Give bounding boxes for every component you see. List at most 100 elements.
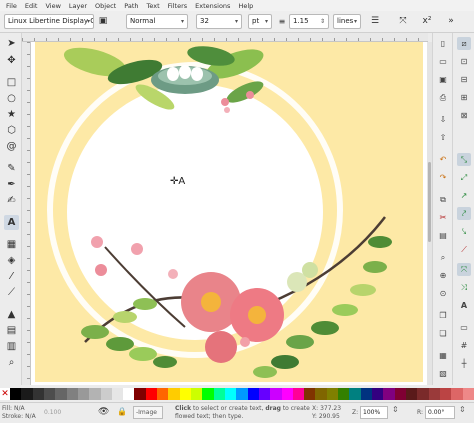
rotation-stepper-icon[interactable]: ⇕ [459, 405, 466, 414]
menu-edit[interactable]: Edit [25, 2, 38, 10]
snap-grid-icon[interactable]: # [457, 339, 471, 352]
menu-help[interactable]: Help [238, 2, 253, 10]
export-icon[interactable]: ⇧ [436, 131, 450, 144]
snap-bbox-icon[interactable]: ⊡ [457, 55, 471, 68]
palette-swatch[interactable] [394, 388, 406, 400]
duplicate-icon[interactable]: ❐ [436, 309, 450, 322]
layer-selector[interactable]: -Image [133, 406, 163, 419]
snap-text-baseline-icon[interactable]: A [457, 299, 471, 312]
dropper-tool-icon[interactable]: ⁄ [4, 269, 19, 284]
3d-box-tool-icon[interactable]: ⬡ [4, 123, 19, 138]
palette-swatch[interactable] [224, 388, 237, 400]
palette-swatch[interactable] [100, 388, 112, 400]
palette-swatch[interactable] [213, 388, 225, 400]
snap-guide-icon[interactable]: ┼ [457, 357, 471, 370]
palette-swatch[interactable] [77, 388, 90, 400]
palette-swatch[interactable] [55, 388, 67, 400]
canvas[interactable]: ✛A [31, 42, 427, 385]
palette-swatch[interactable] [315, 388, 327, 400]
palette-swatch[interactable] [236, 388, 248, 400]
opacity-value[interactable]: 0.100 [44, 409, 61, 416]
palette-swatch[interactable] [428, 388, 440, 400]
paste-icon[interactable]: ▤ [436, 229, 450, 242]
snap-midpoint-icon[interactable]: ⟋ [457, 243, 471, 256]
palette-swatch[interactable] [89, 388, 101, 400]
font-size-combo[interactable]: 32 ▾ [196, 14, 242, 29]
spacing-unit-combo[interactable]: lines ▾ [333, 14, 361, 29]
palette-swatch[interactable] [292, 388, 305, 400]
bucket-tool-icon[interactable]: ▲ [4, 307, 19, 322]
lock-icon[interactable]: 🔒 [117, 407, 127, 416]
gradient-tool-icon[interactable]: ▤ [4, 323, 19, 338]
new-document-icon[interactable]: ▯ [436, 37, 450, 50]
font-unit-combo[interactable]: pt ▾ [248, 14, 272, 29]
snap-cusp-icon[interactable]: ⤤ [457, 207, 471, 220]
more-controls-icon[interactable]: » [444, 15, 458, 28]
snap-nodes-icon[interactable]: ⤡ [457, 153, 471, 166]
save-icon[interactable]: ▣ [436, 73, 450, 86]
palette-swatch[interactable] [111, 388, 124, 400]
snap-bbox-edge-icon[interactable]: ⊟ [457, 73, 471, 86]
menu-filters[interactable]: Filters [168, 2, 187, 10]
palette-swatch[interactable] [21, 388, 33, 400]
snap-page-icon[interactable]: ▭ [457, 321, 471, 334]
palette-swatch[interactable] [349, 388, 361, 400]
rotation-field[interactable]: 0.00° [425, 406, 455, 419]
palette-swatch[interactable] [326, 388, 339, 400]
palette-swatch[interactable] [417, 388, 429, 400]
palette-swatch[interactable] [439, 388, 452, 400]
scrollbar-thumb[interactable] [428, 162, 431, 242]
palette-swatch[interactable] [281, 388, 293, 400]
text-wrap-icon[interactable]: ⤧ [396, 15, 410, 28]
snap-rotation-icon[interactable]: ⤨ [457, 281, 471, 294]
snap-intersection-icon[interactable]: ↗ [457, 189, 471, 202]
menu-extensions[interactable]: Extensions [195, 2, 230, 10]
palette-swatch[interactable] [304, 388, 316, 400]
palette-swatch[interactable] [43, 388, 56, 400]
snap-smooth-icon[interactable]: ⤥ [457, 225, 471, 238]
palette-swatch[interactable] [360, 388, 372, 400]
palette-swatch[interactable] [202, 388, 214, 400]
horizontal-ruler[interactable] [22, 33, 428, 42]
font-list-icon[interactable]: ▣ [96, 15, 110, 28]
palette-swatch[interactable] [462, 388, 474, 400]
font-style-combo[interactable]: Normal ▾ [126, 14, 188, 29]
calligraphy-tool-icon[interactable]: ✍ [4, 193, 19, 208]
zoom-drawing-icon[interactable]: ⊕ [436, 269, 450, 282]
pencil-tool-icon[interactable]: ✎ [4, 161, 19, 176]
snap-enable-icon[interactable]: ⧄ [457, 37, 471, 50]
zoom-page-icon[interactable]: ⊙ [436, 287, 450, 300]
palette-swatch[interactable] [32, 388, 44, 400]
rectangle-tool-icon[interactable]: □ [4, 75, 19, 90]
redo-icon[interactable]: ↷ [436, 171, 450, 184]
palette-swatch[interactable] [270, 388, 282, 400]
zoom-field[interactable]: 100% [360, 406, 388, 419]
snap-bbox-corner-icon[interactable]: ⊞ [457, 91, 471, 104]
menu-file[interactable]: File [6, 2, 17, 10]
mesh-tool-icon[interactable]: ▥ [4, 339, 19, 354]
import-icon[interactable]: ⇩ [436, 113, 450, 126]
text-tool-icon[interactable]: A [4, 215, 19, 230]
group-icon[interactable]: ▦ [436, 349, 450, 362]
line-spacing-spinner[interactable]: 1.15 ⇕ [289, 14, 329, 29]
zoom-selection-icon[interactable]: ⌕ [436, 251, 450, 264]
connector-tool-icon[interactable]: ⟋ [4, 285, 19, 300]
superscript-icon[interactable]: x² [420, 15, 434, 28]
palette-swatch[interactable] [191, 388, 203, 400]
pen-tool-icon[interactable]: ✒ [4, 177, 19, 192]
palette-swatch[interactable] [179, 388, 191, 400]
palette-swatch[interactable] [451, 388, 463, 400]
zoom-tool-icon[interactable]: ⌕ [4, 355, 19, 370]
font-family-combo[interactable]: Linux Libertine Display O ▾ [4, 14, 94, 29]
palette-swatch[interactable] [383, 388, 395, 400]
menu-view[interactable]: View [45, 2, 60, 10]
palette-swatch[interactable] [247, 388, 259, 400]
palette-swatch[interactable] [405, 388, 418, 400]
ellipse-tool-icon[interactable]: ○ [4, 91, 19, 106]
palette-swatch[interactable] [66, 388, 78, 400]
snap-center-icon[interactable]: ⤧ [457, 263, 471, 276]
palette-swatch[interactable] [168, 388, 180, 400]
menu-object[interactable]: Object [95, 2, 116, 10]
undo-icon[interactable]: ↶ [436, 153, 450, 166]
ungroup-icon[interactable]: ▧ [436, 367, 450, 380]
